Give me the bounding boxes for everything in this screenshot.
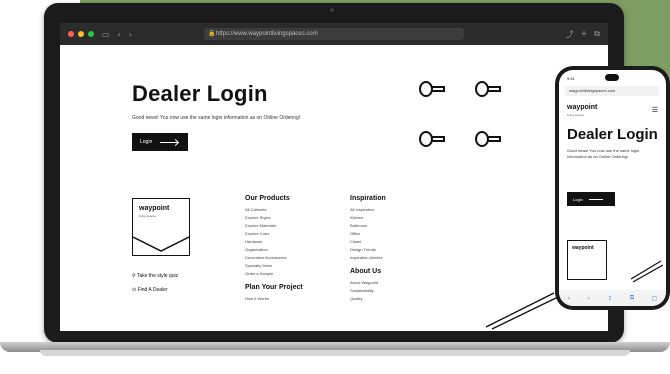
column-heading: Inspiration <box>350 195 386 202</box>
forward-icon[interactable]: › <box>588 295 590 302</box>
phone-hardware-illustration <box>630 260 663 283</box>
hardware-bar-illustration <box>485 292 559 330</box>
close-window-button[interactable] <box>68 31 74 37</box>
footer-link[interactable]: Explore Styles <box>245 214 303 222</box>
phone-card-text: waypoint <box>572 245 594 251</box>
column-heading: Plan Your Project <box>245 284 303 291</box>
footer-link[interactable]: Design Trends <box>350 246 386 254</box>
laptop-base-shadow <box>40 350 630 356</box>
logo-chevron-icon <box>133 236 189 252</box>
tabs-icon[interactable]: ▢ <box>652 295 658 302</box>
footer-link[interactable]: Bathroom <box>350 222 386 230</box>
browser-toolbar: ▭ ‹ › 🔒 https://www.waypointlivingspaces… <box>60 23 608 45</box>
phone-screen: 9:41 waypointlivingspaces.com waypoint l… <box>559 70 666 306</box>
minimize-window-button[interactable] <box>78 31 84 37</box>
footer-link[interactable]: Specialty Items <box>245 262 303 270</box>
footer-link[interactable]: How It Works <box>245 295 303 303</box>
footer-link[interactable]: About Waypoint <box>350 279 386 287</box>
footer-link[interactable]: Inspiration Articles <box>350 254 386 262</box>
share-icon[interactable]: ⤴ <box>566 29 574 40</box>
back-icon[interactable]: ‹ <box>118 30 121 39</box>
footer-link[interactable]: Kitchen <box>350 214 386 222</box>
find-dealer-link[interactable]: ⊙ Find A Dealer <box>132 287 168 293</box>
phone-address-bar[interactable]: waypointlivingspaces.com <box>565 86 659 96</box>
phone-bottom-toolbar: ‹ › ⇪ ⧉ ▢ <box>559 290 666 306</box>
footer-link[interactable]: Hardware <box>245 238 303 246</box>
phone-footer-logo[interactable]: waypoint <box>567 240 607 280</box>
footer-column-inspiration: Inspiration All Inspiration Kitchen Bath… <box>350 195 386 303</box>
browser-actions: ⤴ + ⧉ <box>566 29 600 40</box>
cabinet-knobs-illustration <box>415 71 535 161</box>
phone-login-button[interactable]: Login <box>567 192 615 206</box>
footer-link[interactable]: Order a Sample <box>245 270 303 278</box>
maximize-window-button[interactable] <box>88 31 94 37</box>
footer-link[interactable]: All Cabinets <box>245 206 303 214</box>
footer-logo[interactable]: waypoint living spaces <box>132 198 190 256</box>
share-icon[interactable]: ⇪ <box>607 295 612 302</box>
camera <box>330 8 334 12</box>
hamburger-menu-icon[interactable]: ☰ <box>652 106 658 114</box>
phone-notch <box>605 74 619 81</box>
phone-logo-subtext: living spaces <box>567 113 585 117</box>
column-heading: About Us <box>350 268 382 275</box>
address-text: https://www.waypointlivingspaces.com <box>216 31 318 37</box>
phone: 9:41 waypointlivingspaces.com waypoint l… <box>555 66 670 310</box>
knob-icon <box>419 81 447 97</box>
sidebar-icon[interactable]: ▭ <box>102 30 110 39</box>
page-title: Dealer Login <box>132 81 268 106</box>
address-bar[interactable]: 🔒 https://www.waypointlivingspaces.com <box>204 28 464 40</box>
window-controls <box>68 31 94 37</box>
footer-link[interactable]: Explore Color <box>245 230 303 238</box>
forward-icon[interactable]: › <box>129 30 132 39</box>
footer-link[interactable]: Closet <box>350 238 386 246</box>
login-button[interactable]: Login <box>132 133 188 151</box>
footer-column-products: Our Products All Cabinets Explore Styles… <box>245 195 303 303</box>
phone-page-title: Dealer Login <box>567 126 658 143</box>
new-tab-icon[interactable]: + <box>581 29 588 40</box>
login-label: Login <box>140 139 153 145</box>
phone-logo-text[interactable]: waypoint <box>567 104 597 111</box>
knob-icon <box>475 81 503 97</box>
bookmarks-icon[interactable]: ⧉ <box>630 294 634 302</box>
page-subtitle: Good news! You now use the same login in… <box>132 115 301 121</box>
phone-login-label: Login <box>573 196 583 202</box>
knob-icon <box>475 131 503 147</box>
laptop: ▭ ‹ › 🔒 https://www.waypointlivingspaces… <box>44 3 624 343</box>
arrow-right-icon <box>588 198 603 200</box>
logo-text: waypoint <box>139 205 170 212</box>
footer-link[interactable]: Explore Materials <box>245 222 303 230</box>
back-icon[interactable]: ‹ <box>568 295 570 302</box>
tabs-overview-icon[interactable]: ⧉ <box>594 29 600 40</box>
phone-page-subtitle: Good news! You now use the same login in… <box>567 148 640 159</box>
arrow-right-icon <box>160 141 179 143</box>
knob-icon <box>419 131 447 147</box>
lock-icon: 🔒 <box>208 31 216 37</box>
column-heading: Our Products <box>245 195 290 202</box>
footer-link[interactable]: Sustainability <box>350 287 386 295</box>
laptop-screen: ▭ ‹ › 🔒 https://www.waypointlivingspaces… <box>60 23 608 331</box>
footer-link[interactable]: Decorative Accessories <box>245 254 303 262</box>
footer-link[interactable]: All Inspiration <box>350 206 386 214</box>
style-quiz-link[interactable]: ⚲ Take the style quiz <box>132 273 178 279</box>
footer-link[interactable]: Organization <box>245 246 303 254</box>
phone-status-time: 9:41 <box>567 76 575 81</box>
footer-link[interactable]: Quality <box>350 295 386 303</box>
footer-link[interactable]: Office <box>350 230 386 238</box>
logo-subtext: living spaces <box>139 214 157 218</box>
